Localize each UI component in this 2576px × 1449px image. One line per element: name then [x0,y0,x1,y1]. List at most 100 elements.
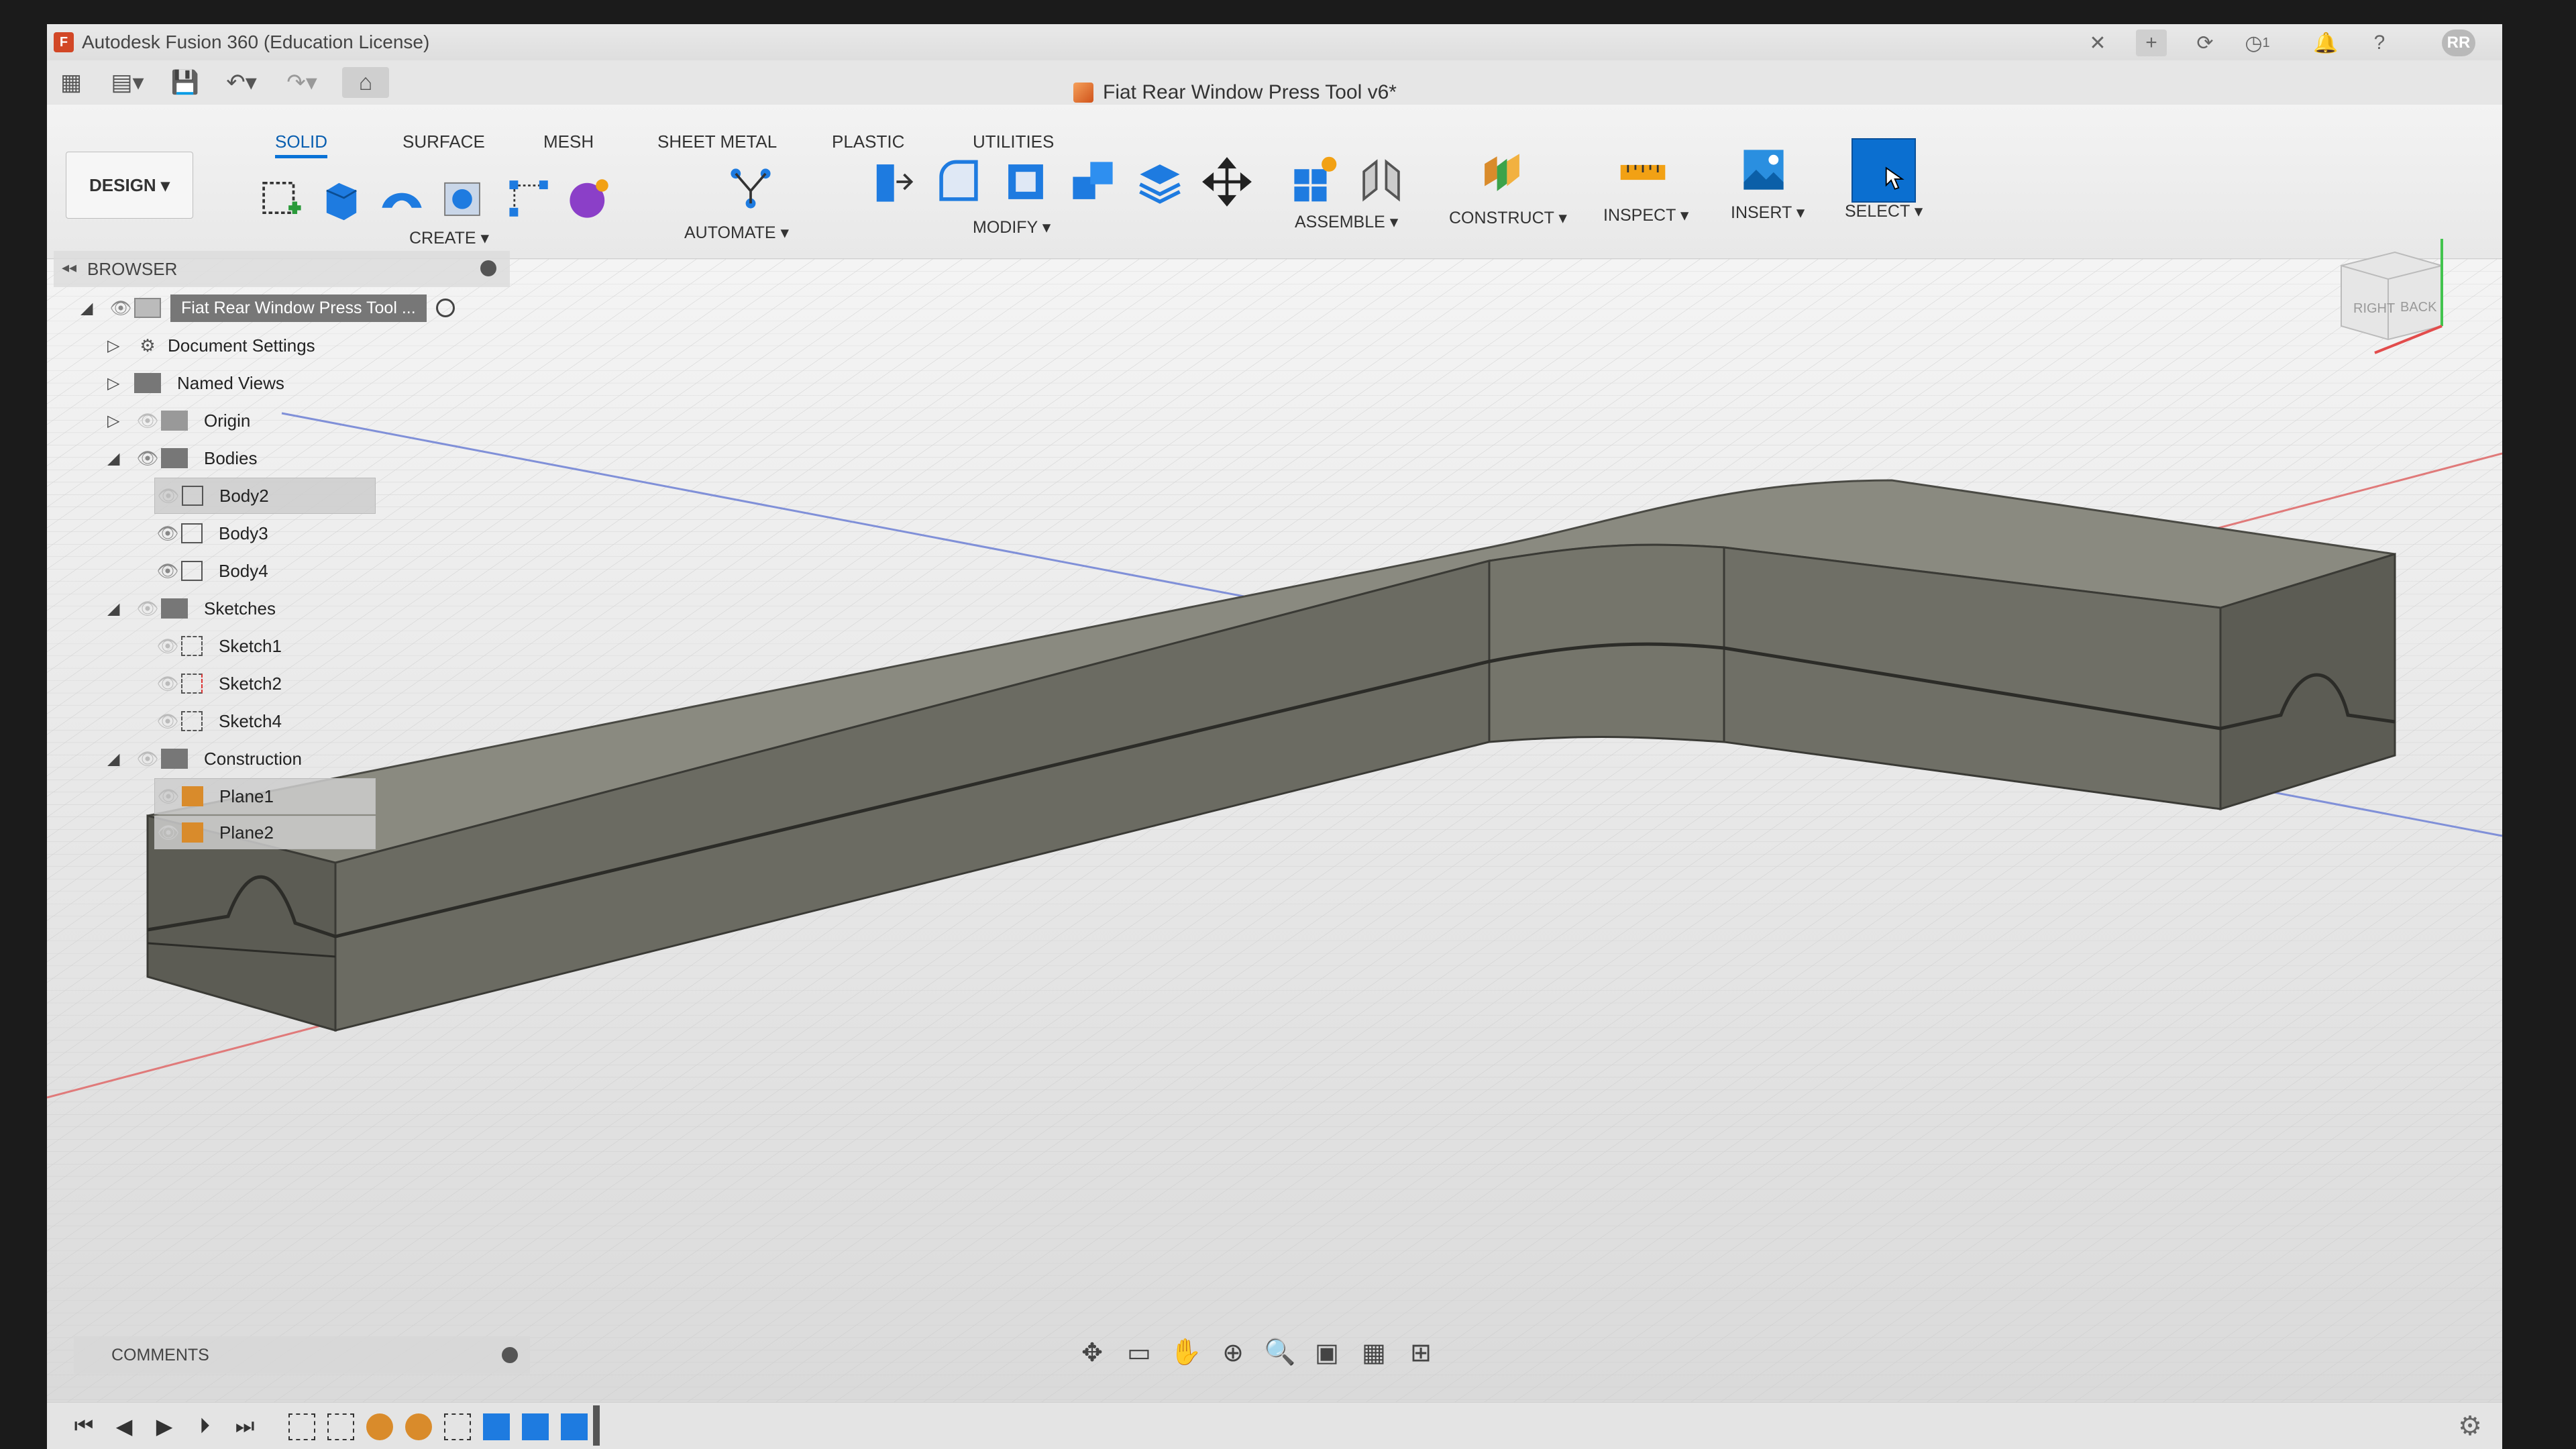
visibility-eye-icon[interactable]: 👁 [154,561,181,581]
grid-settings-icon[interactable]: ▦ [1355,1338,1393,1368]
tree-item-body2[interactable]: 👁 Body2 [154,478,376,514]
revolve-icon[interactable] [376,172,428,224]
collapse-triangle-icon[interactable]: ◢ [107,599,134,619]
pan-hand-icon[interactable]: ✋ [1167,1338,1205,1367]
display-settings-icon[interactable]: ▣ [1308,1338,1346,1368]
timeline-extrude-icon[interactable] [483,1413,510,1440]
insert-menu[interactable]: INSERT ▾ [1731,203,1805,223]
visibility-eye-icon[interactable]: 👁 [154,523,181,543]
zoom-icon[interactable]: ⊕ [1214,1338,1252,1368]
help-icon[interactable]: ? [2364,30,2395,56]
tree-item-sketch4[interactable]: 👁 Sketch4 [154,703,288,739]
expand-triangle-icon[interactable]: ▷ [107,336,134,356]
visibility-eye-icon[interactable]: 👁 [107,298,134,318]
visibility-eye-icon[interactable]: 👁 [154,636,181,656]
tree-item-sketch2[interactable]: 👁 Sketch2 [154,665,288,702]
undo-icon[interactable]: ↶▾ [215,67,268,98]
expand-triangle-icon[interactable]: ▷ [107,374,134,393]
measure-icon[interactable] [1617,146,1669,199]
timeline-forward-icon[interactable]: ⏵ [188,1409,221,1443]
insert-image-icon[interactable] [1737,144,1790,196]
timeline-play-icon[interactable]: ▶ [148,1409,181,1443]
look-at-icon[interactable]: ▭ [1120,1338,1158,1368]
collapse-triangle-icon[interactable]: ◢ [80,299,107,318]
fit-zoom-icon[interactable]: 🔍 [1261,1338,1299,1367]
history-icon[interactable]: ◷ 1 [2234,30,2281,56]
automate-menu[interactable]: AUTOMATE ▾ [684,223,789,243]
shell-icon[interactable] [1000,156,1052,208]
select-tool-icon[interactable] [1851,138,1916,203]
timeline-extrude-icon[interactable] [522,1413,549,1440]
tree-item-body4[interactable]: 👁 Body4 [154,553,275,589]
assemble-menu[interactable]: ASSEMBLE ▾ [1295,212,1398,232]
collapse-triangle-icon[interactable]: ◢ [107,449,134,468]
visibility-eye-icon[interactable]: 👁 [134,749,161,769]
collapse-panel-icon[interactable]: ◂◂ [62,259,76,276]
viewcube[interactable]: RIGHT BACK [2314,225,2462,373]
visibility-eye-icon[interactable]: 👁 [134,411,161,431]
visibility-eye-icon[interactable]: 👁 [154,674,181,694]
viewports-icon[interactable]: ⊞ [1402,1338,1440,1368]
file-menu-icon[interactable]: ▤▾ [101,67,154,98]
tab-solid[interactable]: SOLID [275,131,328,158]
expand-triangle-icon[interactable]: ▷ [107,411,134,431]
inspect-menu[interactable]: INSPECT ▾ [1603,205,1688,225]
automate-icon[interactable] [724,162,777,215]
tree-item-sketch1[interactable]: 👁 Sketch1 [154,628,288,664]
notifications-bell-icon[interactable]: 🔔 [2310,30,2341,56]
tree-item-bodies[interactable]: ◢ 👁 Bodies [107,440,264,476]
home-icon[interactable]: ⌂ [342,67,389,98]
data-panel-grid-icon[interactable]: ▦ [54,67,89,98]
press-pull-icon[interactable] [865,156,918,208]
offset-face-icon[interactable] [1134,156,1186,208]
create-sketch-icon[interactable] [255,172,307,224]
modify-menu[interactable]: MODIFY ▾ [973,217,1051,237]
new-component-icon[interactable] [1288,153,1340,205]
create-menu[interactable]: CREATE ▾ [409,228,489,248]
timeline-plane-icon[interactable] [366,1413,393,1440]
move-copy-icon[interactable] [1201,156,1253,208]
create-form-icon[interactable] [564,172,616,224]
visibility-eye-icon[interactable]: 👁 [155,486,182,506]
tab-plastic[interactable]: PLASTIC [832,131,904,152]
tree-item-plane1[interactable]: 👁 Plane1 [154,778,376,814]
tree-item-plane2[interactable]: 👁 Plane2 [154,816,376,849]
workspace-switcher-button[interactable]: DESIGN ▾ [66,152,193,219]
tree-item-construction[interactable]: ◢ 👁 Construction [107,741,309,777]
tab-sheet-metal[interactable]: SHEET METAL [657,131,777,152]
timeline-sketch-icon[interactable] [288,1413,315,1440]
viewcube-back-face[interactable]: BACK [2400,300,2437,315]
joint-icon[interactable] [1355,153,1407,205]
tab-mesh[interactable]: MESH [543,131,594,152]
add-comment-icon[interactable] [502,1347,518,1363]
collapse-triangle-icon[interactable]: ◢ [107,749,134,769]
timeline-back-icon[interactable]: ◀ [107,1409,141,1443]
hole-icon[interactable] [436,172,488,224]
timeline-plane-icon[interactable] [405,1413,432,1440]
browser-pin-icon[interactable] [480,260,496,276]
user-avatar[interactable]: RR [2442,30,2475,56]
tree-item-document-settings[interactable]: ▷ ⚙ Document Settings [107,327,322,364]
tree-item-named-views[interactable]: ▷ Named Views [107,365,291,401]
timeline-extrude-icon[interactable] [561,1413,588,1440]
tree-item-sketches[interactable]: ◢ 👁 Sketches [107,590,282,627]
tab-surface[interactable]: SURFACE [402,131,485,152]
timeline-end-icon[interactable]: ⏭ [228,1409,262,1443]
select-menu[interactable]: SELECT ▾ [1845,201,1923,221]
visibility-eye-icon[interactable]: 👁 [154,711,181,731]
fillet-icon[interactable] [932,156,985,208]
tree-item-body3[interactable]: 👁 Body3 [154,515,275,551]
job-status-icon[interactable]: ⟳ [2190,30,2220,56]
extrude-icon[interactable] [315,172,368,224]
tab-utilities[interactable]: UTILITIES [973,131,1054,152]
tree-item-root[interactable]: ◢ 👁 Fiat Rear Window Press Tool ... [80,290,455,326]
new-tab-icon[interactable]: + [2136,30,2167,56]
close-tab-icon[interactable]: ✕ [2082,30,2113,56]
construct-plane-icon[interactable] [1476,148,1528,200]
timeline-start-icon[interactable]: ⏮ [67,1409,101,1443]
combine-icon[interactable] [1067,156,1119,208]
visibility-eye-icon[interactable]: 👁 [155,822,182,843]
save-icon[interactable]: 💾 [168,67,203,98]
timeline-sketch-icon[interactable] [444,1413,471,1440]
comments-panel[interactable]: COMMENTS [74,1336,530,1374]
